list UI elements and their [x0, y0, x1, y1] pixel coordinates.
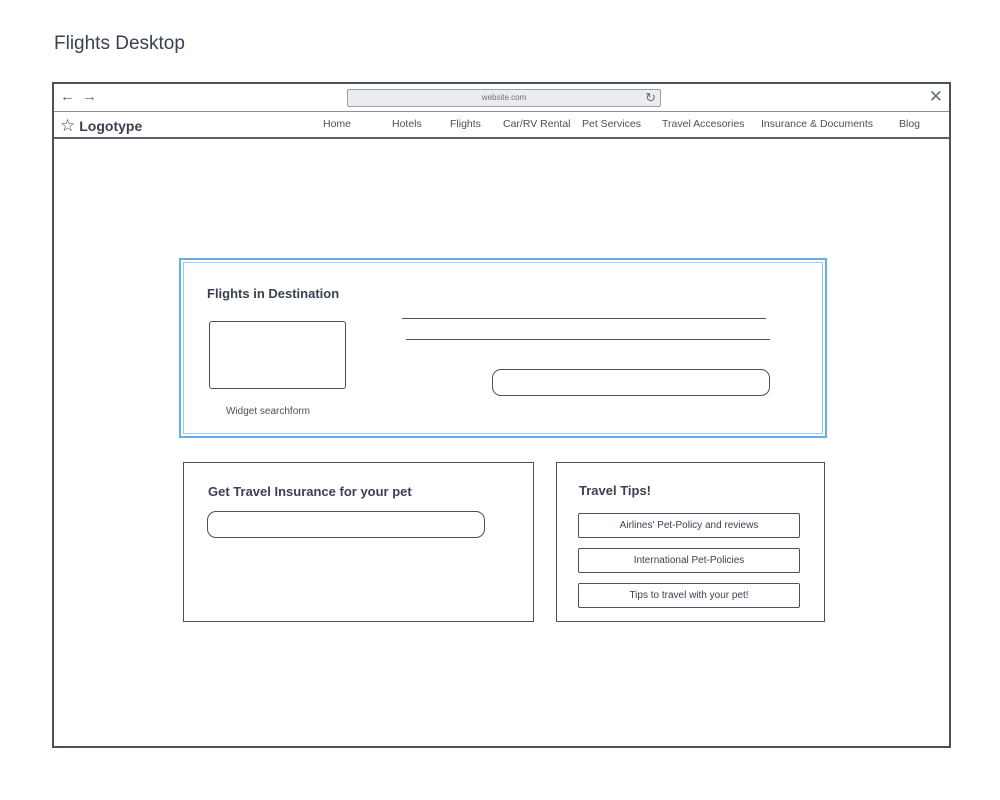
nav-item-blog[interactable]: Blog [899, 118, 920, 130]
flights-search-bar[interactable] [492, 369, 770, 396]
nav-item-hotels[interactable]: Hotels [392, 118, 422, 130]
logo-text: Logotype [79, 118, 143, 134]
nav-item-car-rv-rental[interactable]: Car/RV Rental [503, 118, 571, 130]
browser-toolbar: ← → website.com ↻ ✕ [54, 84, 949, 112]
back-arrow-icon[interactable]: ← [60, 88, 75, 105]
star-icon: ☆ [60, 116, 76, 135]
tip-button-international-policies[interactable]: International Pet-Policies [578, 548, 800, 573]
forward-arrow-icon[interactable]: → [82, 88, 97, 105]
logo[interactable]: ☆ Logotype [60, 116, 142, 136]
flights-card-title: Flights in Destination [207, 286, 340, 301]
nav-item-travel-accesories[interactable]: Travel Accesories [662, 118, 744, 130]
tip-button-travel-tips[interactable]: Tips to travel with your pet! [578, 583, 800, 608]
close-icon[interactable]: ✕ [929, 87, 943, 107]
insurance-card: Get Travel Insurance for your pet [183, 462, 534, 622]
address-bar-url: website.com [481, 93, 527, 102]
browser-window: ← → website.com ↻ ✕ ☆ Logotype Home Hotel… [52, 82, 951, 748]
travel-tips-card: Travel Tips! Airlines' Pet-Policy and re… [556, 462, 825, 622]
text-placeholder-line [402, 318, 766, 319]
insurance-input-bar[interactable] [207, 511, 485, 538]
page-label: Flights Desktop [54, 33, 185, 54]
tip-button-airlines-policy[interactable]: Airlines' Pet-Policy and reviews [578, 513, 800, 538]
text-placeholder-line [406, 339, 770, 340]
travel-tips-title: Travel Tips! [579, 483, 652, 498]
address-bar[interactable]: website.com ↻ [347, 89, 661, 107]
flights-destination-card: Flights in Destination Widget searchform [179, 258, 827, 438]
site-nav-bar: ☆ Logotype Home Hotels Flights Car/RV Ren… [54, 112, 949, 139]
nav-item-flights[interactable]: Flights [450, 118, 481, 130]
reload-icon[interactable]: ↻ [645, 91, 656, 105]
widget-searchform-placeholder[interactable] [209, 321, 346, 389]
nav-item-home[interactable]: Home [323, 118, 351, 130]
nav-item-pet-services[interactable]: Pet Services [582, 118, 641, 130]
widget-searchform-caption: Widget searchform [226, 406, 310, 417]
insurance-card-title: Get Travel Insurance for your pet [208, 484, 412, 499]
nav-item-insurance-documents[interactable]: Insurance & Documents [761, 118, 873, 130]
